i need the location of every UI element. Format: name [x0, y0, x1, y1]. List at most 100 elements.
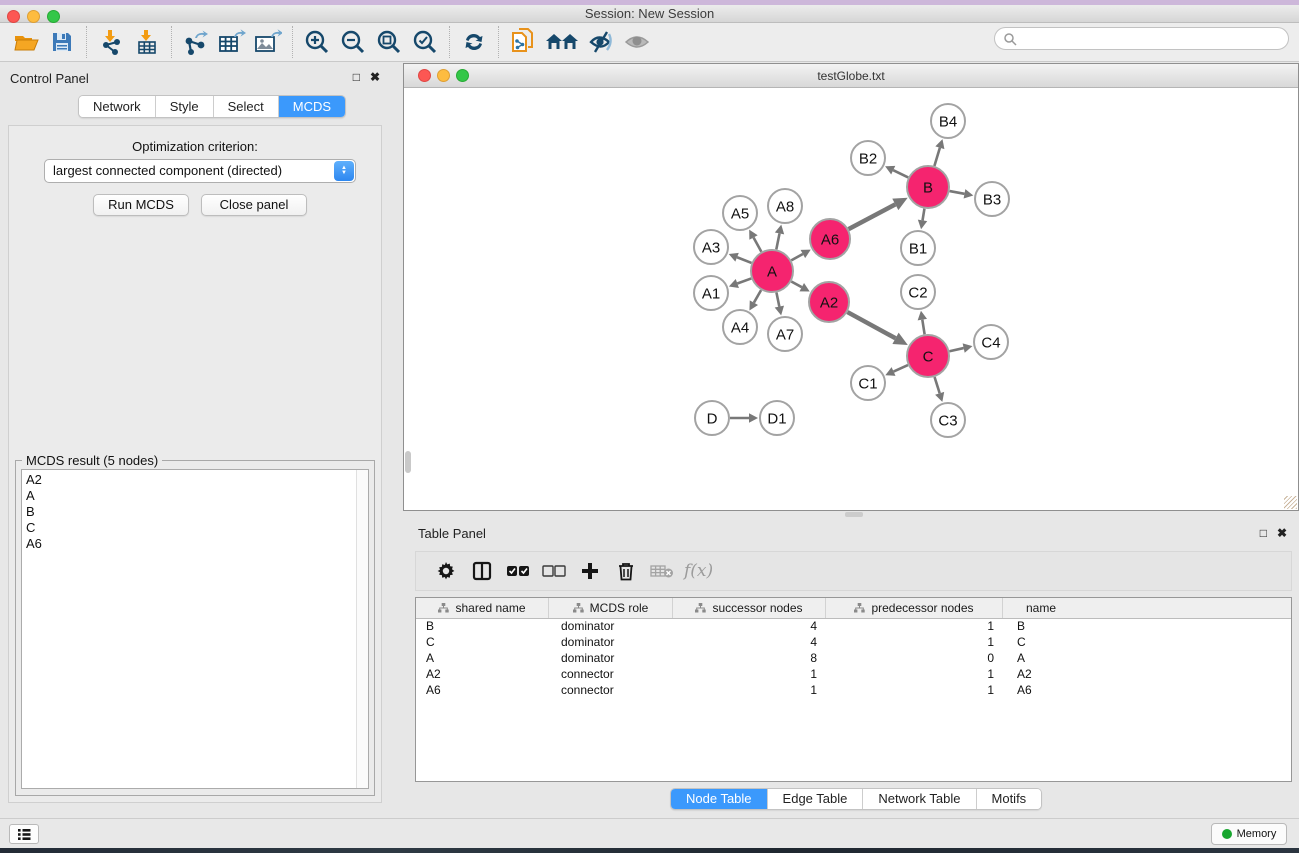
graph-node-A2[interactable]: A2 — [809, 282, 849, 322]
float-table-panel-icon[interactable]: □ — [1260, 526, 1267, 540]
delete-table-button[interactable] — [644, 554, 680, 588]
function-builder-button[interactable]: f(x) — [684, 561, 713, 581]
zoom-selected-button[interactable] — [407, 25, 443, 59]
table-cell[interactable]: A — [416, 651, 549, 667]
zoom-network-button[interactable] — [456, 69, 469, 82]
table-cell[interactable]: dominator — [549, 651, 673, 667]
column-layout-button[interactable] — [464, 554, 500, 588]
tab-node-table[interactable]: Node Table — [671, 789, 768, 809]
close-panel-icon[interactable]: ✖ — [370, 70, 380, 84]
refresh-layout-button[interactable] — [456, 25, 492, 59]
tab-select[interactable]: Select — [214, 96, 279, 117]
table-cell[interactable]: 1 — [673, 667, 826, 683]
close-network-button[interactable] — [418, 69, 431, 82]
mcds-result-list[interactable]: A2ABCA6 — [21, 469, 369, 789]
node-table[interactable]: shared nameMCDS rolesuccessor nodesprede… — [415, 597, 1292, 782]
graph-node-B4[interactable]: B4 — [931, 104, 965, 138]
table-cell[interactable]: A6 — [416, 683, 549, 699]
table-cell[interactable]: 8 — [673, 651, 826, 667]
zoom-window-button[interactable] — [47, 10, 60, 23]
network-vscrollbar[interactable] — [405, 451, 411, 473]
tab-mcds[interactable]: MCDS — [279, 96, 345, 117]
column-header-shared-name[interactable]: shared name — [416, 598, 549, 618]
result-list-item[interactable]: C — [26, 520, 368, 536]
resize-grip-icon[interactable] — [1284, 496, 1297, 509]
float-panel-icon[interactable]: □ — [353, 70, 360, 84]
result-list-item[interactable]: A6 — [26, 536, 368, 552]
table-cell[interactable]: connector — [549, 667, 673, 683]
graph-node-A1[interactable]: A1 — [694, 276, 728, 310]
graph-node-A3[interactable]: A3 — [694, 230, 728, 264]
memory-button[interactable]: Memory — [1211, 823, 1287, 845]
graph-node-C3[interactable]: C3 — [931, 403, 965, 437]
graph-node-C1[interactable]: C1 — [851, 366, 885, 400]
export-image-button[interactable] — [250, 25, 286, 59]
add-column-button[interactable] — [572, 554, 608, 588]
table-cell[interactable]: A — [1003, 651, 1079, 667]
graph-node-A4[interactable]: A4 — [723, 310, 757, 344]
table-cell[interactable]: 4 — [673, 635, 826, 651]
criterion-dropdown[interactable]: largest connected component (directed) ▲… — [44, 159, 356, 183]
delete-column-button[interactable] — [608, 554, 644, 588]
table-cell[interactable]: 4 — [673, 619, 826, 635]
table-settings-button[interactable] — [428, 554, 464, 588]
graph-node-A6[interactable]: A6 — [810, 219, 850, 259]
tab-style[interactable]: Style — [156, 96, 214, 117]
open-session-button[interactable] — [8, 25, 44, 59]
table-row[interactable]: Adominator80A — [416, 651, 1291, 667]
zoom-out-button[interactable] — [335, 25, 371, 59]
first-neighbors-button[interactable] — [541, 25, 583, 59]
table-cell[interactable]: 1 — [826, 667, 1003, 683]
tab-network-table[interactable]: Network Table — [863, 789, 976, 809]
table-cell[interactable]: 0 — [826, 651, 1003, 667]
show-hidden-button[interactable] — [619, 25, 655, 59]
graph-node-C2[interactable]: C2 — [901, 275, 935, 309]
run-mcds-button[interactable]: Run MCDS — [93, 194, 189, 216]
table-cell[interactable]: B — [416, 619, 549, 635]
select-all-columns-button[interactable] — [500, 554, 536, 588]
network-hscrollbar[interactable] — [845, 512, 863, 517]
save-session-button[interactable] — [44, 25, 80, 59]
table-cell[interactable]: connector — [549, 683, 673, 699]
table-cell[interactable]: C — [416, 635, 549, 651]
search-field[interactable] — [994, 27, 1289, 50]
search-input[interactable] — [1017, 32, 1267, 46]
table-cell[interactable]: B — [1003, 619, 1079, 635]
column-header-MCDS-role[interactable]: MCDS role — [549, 598, 673, 618]
table-row[interactable]: Cdominator41C — [416, 635, 1291, 651]
graph-node-D1[interactable]: D1 — [760, 401, 794, 435]
tab-network[interactable]: Network — [79, 96, 156, 117]
table-cell[interactable]: A2 — [1003, 667, 1079, 683]
table-row[interactable]: Bdominator41B — [416, 619, 1291, 635]
table-cell[interactable]: 1 — [826, 635, 1003, 651]
result-list-item[interactable]: A — [26, 488, 368, 504]
graph-node-B1[interactable]: B1 — [901, 231, 935, 265]
column-header-predecessor-nodes[interactable]: predecessor nodes — [826, 598, 1003, 618]
column-header-successor-nodes[interactable]: successor nodes — [673, 598, 826, 618]
table-cell[interactable]: dominator — [549, 635, 673, 651]
table-cell[interactable]: A2 — [416, 667, 549, 683]
task-history-button[interactable] — [9, 824, 39, 844]
graph-node-B3[interactable]: B3 — [975, 182, 1009, 216]
zoom-in-button[interactable] — [299, 25, 335, 59]
table-cell[interactable]: dominator — [549, 619, 673, 635]
result-list-item[interactable]: A2 — [26, 472, 368, 488]
network-canvas[interactable]: AA1A2A3A4A5A6A7A8BB1B2B3B4CC1C2C3C4DD1 — [405, 89, 1297, 510]
network-window-titlebar[interactable]: testGlobe.txt — [404, 64, 1298, 88]
deselect-all-columns-button[interactable] — [536, 554, 572, 588]
tab-motifs[interactable]: Motifs — [977, 789, 1042, 809]
graph-node-D[interactable]: D — [695, 401, 729, 435]
export-network-button[interactable] — [178, 25, 214, 59]
table-cell[interactable]: A6 — [1003, 683, 1079, 699]
graph-node-A7[interactable]: A7 — [768, 317, 802, 351]
table-row[interactable]: A2connector11A2 — [416, 667, 1291, 683]
graph-node-A5[interactable]: A5 — [723, 196, 757, 230]
table-cell[interactable]: 1 — [826, 619, 1003, 635]
table-cell[interactable]: 1 — [673, 683, 826, 699]
hide-selected-button[interactable] — [583, 25, 619, 59]
minimize-window-button[interactable] — [27, 10, 40, 23]
close-window-button[interactable] — [7, 10, 20, 23]
result-list-item[interactable]: B — [26, 504, 368, 520]
table-cell[interactable]: 1 — [826, 683, 1003, 699]
result-list-scrollbar[interactable] — [356, 470, 368, 788]
